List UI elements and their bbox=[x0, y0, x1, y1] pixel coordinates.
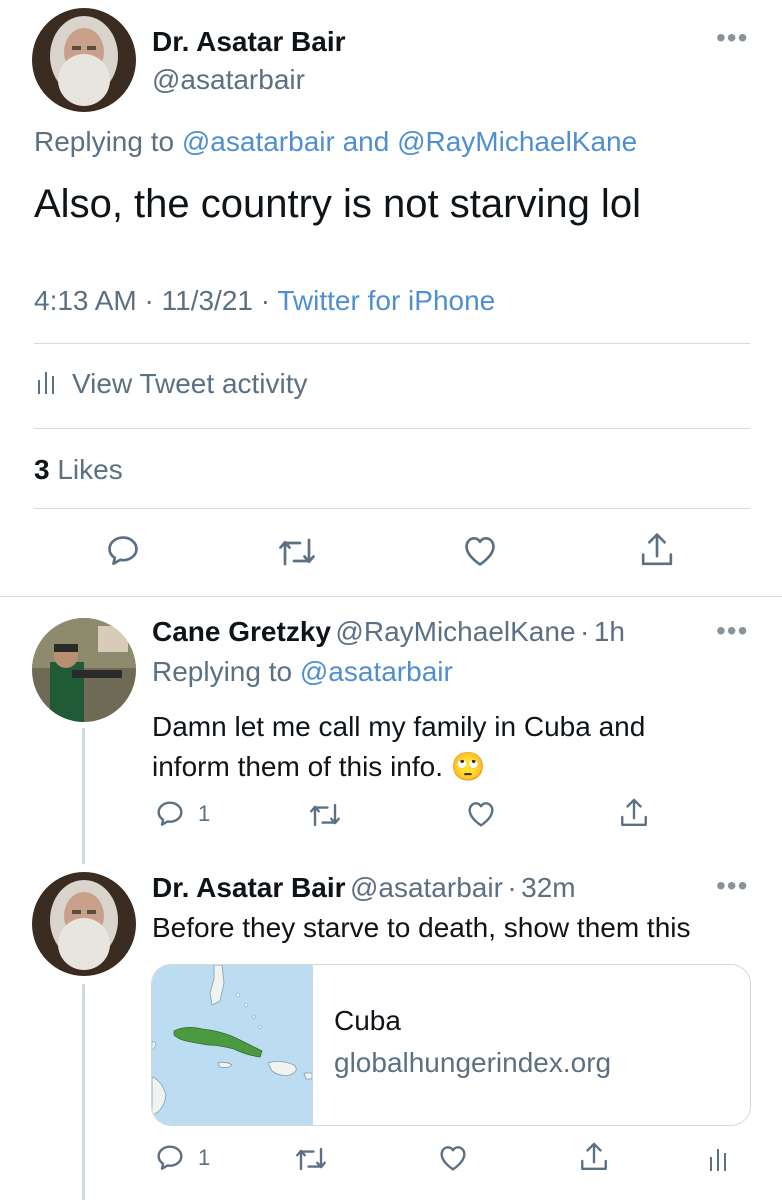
reply-text: Damn let me call my family in Cuba and i… bbox=[152, 707, 645, 787]
map-thumbnail bbox=[152, 965, 313, 1125]
separator: · bbox=[144, 285, 154, 316]
retweet-icon bbox=[306, 800, 344, 830]
author-handle[interactable]: @asatarbair bbox=[350, 872, 503, 903]
mention-link[interactable]: @RayMichaelKane bbox=[397, 126, 637, 157]
like-icon bbox=[460, 532, 500, 570]
reply-button[interactable] bbox=[104, 532, 142, 570]
avatar[interactable] bbox=[32, 872, 136, 976]
reply-and[interactable]: and bbox=[343, 126, 390, 157]
share-button[interactable] bbox=[618, 796, 650, 830]
divider bbox=[34, 428, 750, 429]
view-activity-button[interactable]: View Tweet activity bbox=[36, 366, 308, 401]
avatar[interactable] bbox=[32, 618, 136, 722]
tweet-time: 4:13 AM bbox=[34, 285, 137, 316]
avatar[interactable] bbox=[32, 8, 136, 112]
replying-to: Replying to @asatarbair bbox=[152, 656, 453, 688]
separator: · bbox=[260, 285, 271, 316]
like-icon bbox=[436, 1142, 470, 1174]
tweet-text: Also, the country is not starving lol bbox=[34, 182, 641, 226]
reply-text: Before they starve to death, show them t… bbox=[152, 912, 691, 943]
author-name[interactable]: Dr. Asatar Bair bbox=[152, 26, 346, 58]
more-icon[interactable]: ••• bbox=[716, 870, 748, 902]
thread-line bbox=[82, 728, 85, 864]
source-link[interactable]: Twitter for iPhone bbox=[277, 285, 495, 316]
link-card[interactable]: Cuba globalhungerindex.org bbox=[151, 964, 751, 1126]
thread-line bbox=[82, 984, 85, 1200]
likes-label: Likes bbox=[57, 454, 123, 485]
author-name[interactable]: Cane Gretzky bbox=[152, 616, 331, 647]
divider bbox=[34, 343, 750, 344]
retweet-icon bbox=[276, 534, 318, 570]
share-icon bbox=[638, 530, 676, 570]
card-domain: globalhungerindex.org bbox=[334, 1047, 611, 1079]
tweet-meta: 4:13 AM · 11/3/21 · Twitter for iPhone bbox=[34, 285, 495, 317]
mention-link[interactable]: @asatarbair bbox=[300, 656, 453, 687]
reply-header: Cane Gretzky @RayMichaelKane · 1h bbox=[152, 616, 625, 648]
tweet-time[interactable]: 1h bbox=[594, 616, 625, 647]
reply-button[interactable]: 1 bbox=[154, 798, 210, 830]
view-activity-label: View Tweet activity bbox=[72, 367, 308, 399]
share-icon bbox=[578, 1140, 610, 1174]
divider bbox=[34, 508, 750, 509]
retweet-button[interactable] bbox=[276, 534, 318, 570]
share-icon bbox=[618, 796, 650, 830]
card-domain-text: globalhungerindex.org bbox=[334, 1047, 612, 1078]
like-button[interactable] bbox=[436, 1142, 470, 1174]
reply-count: 1 bbox=[198, 1145, 211, 1170]
likes-count-link[interactable]: 3 Likes bbox=[34, 454, 123, 486]
author-handle[interactable]: @asatarbair bbox=[152, 64, 305, 96]
reply-header: Dr. Asatar Bair @asatarbair · 32m bbox=[152, 872, 576, 904]
retweet-button[interactable] bbox=[292, 1144, 330, 1174]
reply-icon bbox=[154, 798, 186, 830]
reply-text-line: inform them of this info. 🙄 bbox=[152, 751, 486, 782]
reply-icon bbox=[104, 532, 142, 570]
tweet-time[interactable]: 32m bbox=[521, 872, 575, 903]
reply-icon bbox=[154, 1142, 186, 1174]
tweet-date: 11/3/21 bbox=[161, 285, 253, 316]
share-button[interactable] bbox=[578, 1140, 610, 1174]
separator: · bbox=[579, 616, 590, 647]
analytics-button[interactable] bbox=[708, 1142, 732, 1174]
likes-count: 3 bbox=[34, 454, 50, 485]
bar-chart-icon bbox=[36, 366, 60, 401]
like-icon bbox=[464, 798, 498, 830]
author-name[interactable]: Dr. Asatar Bair bbox=[152, 872, 346, 903]
like-button[interactable] bbox=[464, 798, 498, 830]
more-icon[interactable]: ••• bbox=[716, 615, 748, 647]
replying-to: Replying to @asatarbair and @RayMichaelK… bbox=[34, 126, 637, 158]
analytics-icon bbox=[708, 1142, 732, 1174]
reply-button[interactable]: 1 bbox=[154, 1142, 210, 1174]
divider bbox=[0, 596, 782, 597]
card-title: Cuba bbox=[334, 1005, 401, 1036]
more-icon[interactable]: ••• bbox=[716, 22, 748, 54]
replying-prefix: Replying to bbox=[152, 656, 293, 687]
divider bbox=[312, 965, 313, 1125]
mention-link[interactable]: @asatarbair bbox=[182, 126, 335, 157]
like-button[interactable] bbox=[460, 532, 500, 570]
share-button[interactable] bbox=[638, 530, 676, 570]
replying-prefix: Replying to bbox=[34, 126, 175, 157]
retweet-icon bbox=[292, 1144, 330, 1174]
author-handle[interactable]: @RayMichaelKane bbox=[335, 616, 575, 647]
retweet-button[interactable] bbox=[306, 800, 344, 830]
reply-text-line: Damn let me call my family in Cuba and bbox=[152, 711, 646, 742]
separator: · bbox=[507, 872, 517, 903]
reply-count: 1 bbox=[198, 801, 211, 826]
